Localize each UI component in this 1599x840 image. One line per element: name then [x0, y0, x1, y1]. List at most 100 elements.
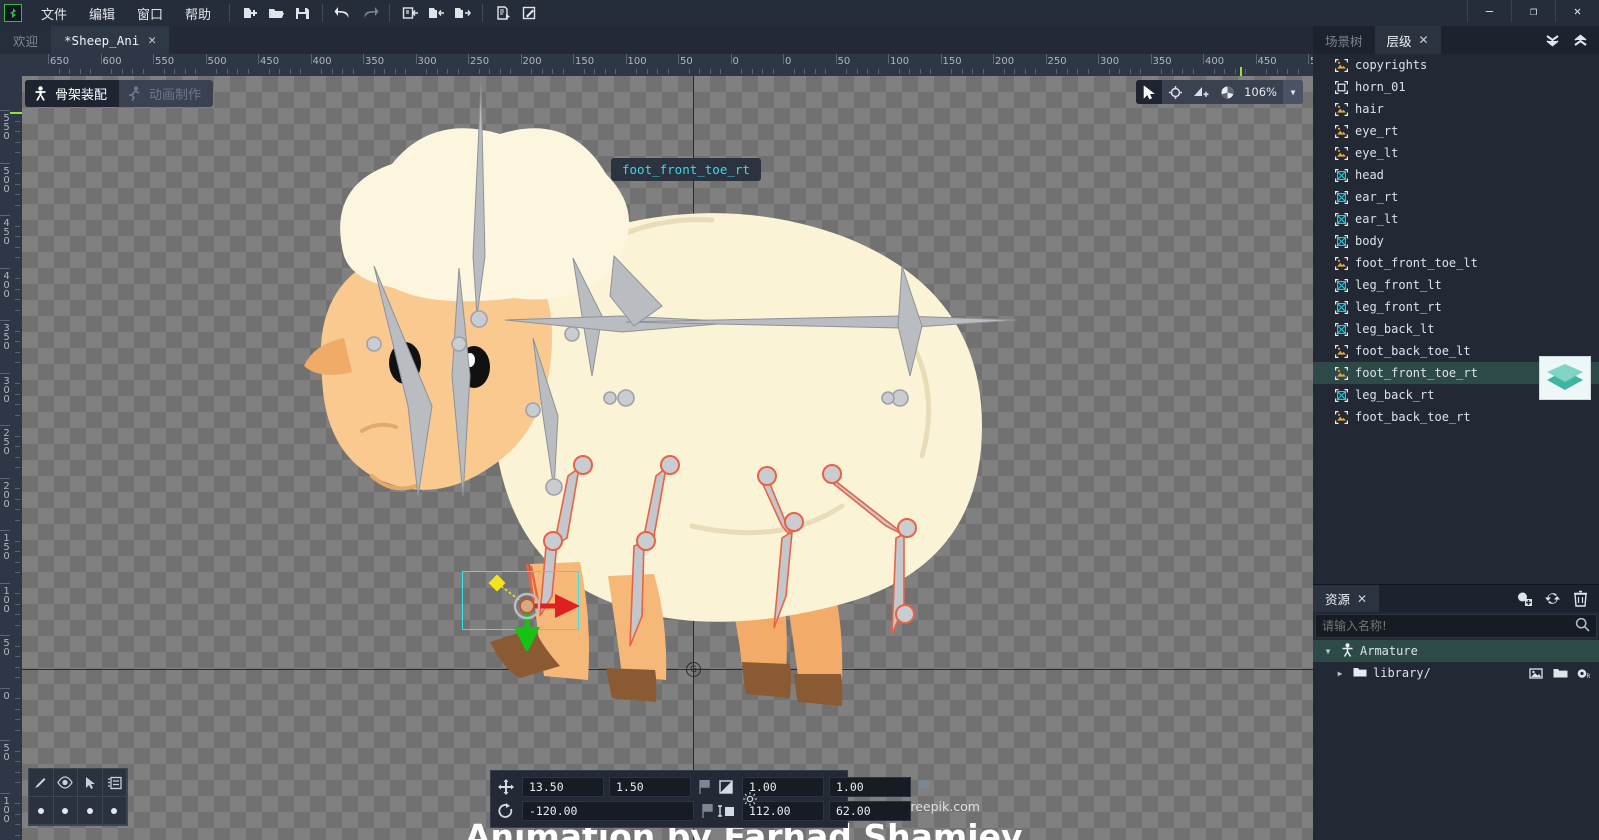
size-height-field[interactable]: 62.00: [829, 801, 911, 821]
ruler-label: 50: [2, 743, 10, 761]
transform-gizmo[interactable]: [452, 561, 612, 651]
tab-welcome[interactable]: 欢迎: [0, 26, 51, 54]
open-folder-icon[interactable]: [263, 2, 289, 24]
layer-row-label: body: [1355, 234, 1384, 248]
scale-keyframe-icon[interactable]: [916, 780, 932, 794]
layer-row[interactable]: head: [1313, 164, 1599, 186]
ruler-minor-tick: [1172, 69, 1173, 74]
refresh-icon[interactable]: [1539, 587, 1565, 611]
layer-row[interactable]: leg_back_lt: [1313, 318, 1599, 340]
ruler-minor-tick: [290, 69, 291, 74]
dot-2[interactable]: [54, 797, 79, 825]
dot-3[interactable]: [78, 797, 103, 825]
visibility-toggle[interactable]: [54, 769, 79, 797]
folder-icon: [1353, 666, 1367, 681]
close-icon[interactable]: ✕: [1357, 592, 1367, 606]
import-project-icon[interactable]: [397, 2, 423, 24]
search-input[interactable]: [1322, 619, 1575, 633]
collapse-all-icon[interactable]: [1539, 28, 1565, 52]
select-arrow-icon[interactable]: [1136, 80, 1162, 104]
close-icon[interactable]: ✕: [1419, 33, 1429, 47]
mesh-layer-icon: [1335, 323, 1348, 336]
layer-row[interactable]: copyrights: [1313, 54, 1599, 76]
select-tool[interactable]: [78, 769, 103, 797]
layer-row[interactable]: ear_rt: [1313, 186, 1599, 208]
open-folder-icon[interactable]: [1549, 663, 1571, 683]
pen-tool[interactable]: [29, 769, 54, 797]
trash-icon[interactable]: [1567, 587, 1593, 611]
bone-create-icon[interactable]: [1162, 80, 1188, 104]
layer-row[interactable]: ear_lt: [1313, 208, 1599, 230]
layer-row[interactable]: eye_rt: [1313, 120, 1599, 142]
pivot-icon[interactable]: [743, 791, 757, 810]
resource-item-armature[interactable]: ▼ Armature: [1313, 640, 1599, 662]
ruler-minor-tick: [1067, 69, 1068, 74]
ruler-label: 50: [2, 638, 10, 656]
weight-paint-icon[interactable]: [1214, 80, 1240, 104]
sheep-character-artwork[interactable]: [22, 76, 1313, 840]
layer-row[interactable]: hair: [1313, 98, 1599, 120]
layer-row[interactable]: horn_01: [1313, 76, 1599, 98]
chevron-down-icon[interactable]: ▼: [1283, 80, 1303, 104]
menu-file[interactable]: 文件: [30, 1, 78, 26]
import-image-icon[interactable]: [1525, 663, 1547, 683]
add-resource-icon[interactable]: [1511, 587, 1537, 611]
import-icon[interactable]: [423, 2, 449, 24]
ruler-label: 400: [2, 271, 10, 298]
layer-row[interactable]: leg_front_lt: [1313, 274, 1599, 296]
dot-1[interactable]: [29, 797, 54, 825]
menu-help[interactable]: 帮助: [174, 1, 222, 26]
save-icon[interactable]: [289, 2, 315, 24]
ruler-minor-tick: [804, 69, 805, 74]
layer-hierarchy-list[interactable]: copyrightshorn_01haireye_rteye_ltheadear…: [1313, 54, 1599, 584]
layer-row[interactable]: body: [1313, 230, 1599, 252]
ruler-minor-tick: [794, 69, 795, 74]
mode-tab-animation[interactable]: 动画制作: [119, 80, 213, 107]
undo-icon[interactable]: [330, 2, 356, 24]
search-icon[interactable]: [1575, 617, 1590, 636]
layer-row[interactable]: foot_back_toe_rt: [1313, 406, 1599, 428]
close-button[interactable]: ✕: [1555, 0, 1599, 22]
ruler-minor-tick: [1025, 69, 1026, 74]
tab-sheep-ani[interactable]: *Sheep_Ani ✕: [51, 26, 169, 54]
mesh-add-icon[interactable]: [1188, 80, 1214, 104]
dot-4[interactable]: [103, 797, 128, 825]
resource-search-box[interactable]: [1315, 614, 1597, 638]
scale-y-field[interactable]: 1.00: [829, 777, 911, 797]
layer-row[interactable]: foot_front_toe_lt: [1313, 252, 1599, 274]
rotate-angle-field[interactable]: -120.00: [522, 801, 694, 821]
redo-icon[interactable]: [356, 2, 382, 24]
ruler-minor-tick: [300, 69, 301, 74]
layers-tool[interactable]: [103, 769, 128, 797]
canvas-viewport[interactable]: Character designed by Freepik.com Animat…: [22, 76, 1313, 840]
restore-button[interactable]: ❐: [1511, 0, 1555, 22]
horizontal-ruler[interactable]: 6506005505004504003503002502001501005000…: [0, 54, 1313, 76]
menu-window[interactable]: 窗口: [126, 1, 174, 26]
tab-hierarchy[interactable]: 层级 ✕: [1375, 26, 1441, 54]
tab-resources[interactable]: 资源 ✕: [1313, 585, 1379, 612]
tab-scene-tree[interactable]: 场景树: [1313, 26, 1375, 54]
rotate-keyframe-icon[interactable]: [699, 804, 715, 818]
new-file-icon[interactable]: [237, 2, 263, 24]
menu-edit[interactable]: 编辑: [78, 1, 126, 26]
chevron-down-icon[interactable]: ▼: [1321, 647, 1335, 656]
translate-y-field[interactable]: 1.50: [609, 777, 691, 797]
minimize-button[interactable]: —: [1467, 0, 1511, 22]
layer-row[interactable]: eye_lt: [1313, 142, 1599, 164]
mode-tab-rigging[interactable]: 骨架装配: [25, 80, 119, 107]
edit-document-icon[interactable]: [516, 2, 542, 24]
translate-x-field[interactable]: 13.50: [522, 777, 604, 797]
chevron-right-icon[interactable]: ▶: [1333, 669, 1347, 678]
close-icon[interactable]: ✕: [148, 34, 156, 47]
expand-all-icon[interactable]: [1567, 28, 1593, 52]
translate-keyframe-icon[interactable]: [696, 780, 712, 794]
settings-icon[interactable]: R: [1573, 663, 1595, 683]
export-data-icon[interactable]: [490, 2, 516, 24]
mesh-layer-icon: [1335, 279, 1348, 292]
dot-icon: [87, 808, 93, 814]
layer-row[interactable]: leg_front_rt: [1313, 296, 1599, 318]
export-icon[interactable]: [449, 2, 475, 24]
vertical-ruler[interactable]: 55050045040035030025020015010050050100: [0, 76, 22, 840]
resource-item-library[interactable]: ▶ library/ R: [1313, 662, 1599, 684]
resource-tree[interactable]: ▼ Armature ▶ library/: [1313, 640, 1599, 684]
